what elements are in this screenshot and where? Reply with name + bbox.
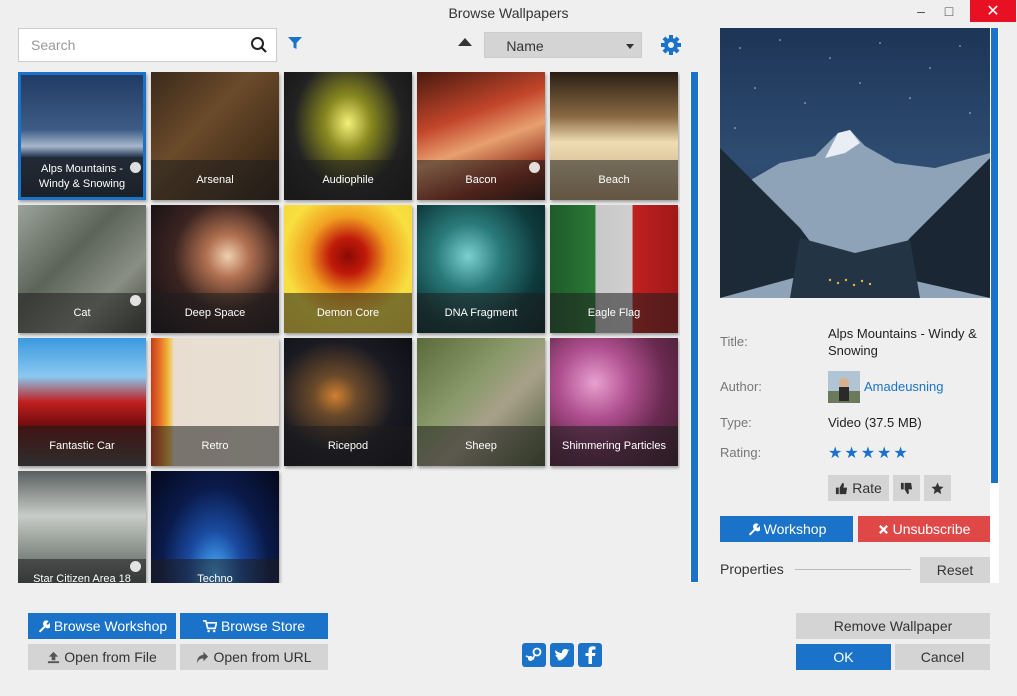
wallpaper-tile-alps[interactable]: Alps Mountains - Windy & Snowing (18, 72, 146, 200)
wallpaper-tile-demon-core[interactable]: Demon Core (284, 205, 412, 333)
unsubscribe-button-label: Unsubscribe (892, 521, 971, 537)
wallpaper-tile-techno[interactable]: Techno (151, 471, 279, 583)
tile-label: Beach (550, 160, 678, 200)
steam-icon (130, 561, 141, 572)
ok-button[interactable]: OK (796, 644, 891, 670)
remove-wallpaper-button[interactable]: Remove Wallpaper (796, 613, 990, 639)
rating-label: Rating: (720, 445, 762, 460)
tile-label: Ricepod (284, 426, 412, 466)
open-from-url-label: Open from URL (213, 649, 312, 665)
tile-label: Retro (151, 426, 279, 466)
wallpaper-tile-eagle-flag[interactable]: Eagle Flag (550, 205, 678, 333)
tile-label: DNA Fragment (417, 293, 545, 333)
dislike-button[interactable] (893, 475, 920, 501)
sort-select-value: Name (506, 38, 544, 54)
filter-icon[interactable] (287, 35, 303, 51)
tile-label: Techno (151, 559, 279, 583)
tile-label: Arsenal (151, 160, 279, 200)
wallpaper-tile-retro[interactable]: Retro (151, 338, 279, 466)
steam-icon[interactable] (522, 643, 546, 667)
wallpaper-tile-dna-fragment[interactable]: DNA Fragment (417, 205, 545, 333)
thumbs-up-icon (836, 482, 848, 494)
browse-store-button[interactable]: Browse Store (180, 613, 328, 639)
tile-label: Shimmering Particles (550, 426, 678, 466)
grid-scrollbar-thumb[interactable] (691, 72, 698, 582)
cancel-button[interactable]: Cancel (895, 644, 990, 670)
tile-label: Fantastic Car (18, 426, 146, 466)
title-bar: Browse Wallpapers – □ ✕ (0, 0, 1017, 26)
title-label: Title: (720, 334, 748, 349)
wallpaper-tile-star-citizen-area-18[interactable]: Star Citizen Area 18 (18, 471, 146, 583)
tile-label: Alps Mountains - Windy & Snowing (21, 157, 143, 197)
search-box (18, 28, 277, 62)
tile-label: Cat (18, 293, 146, 333)
rating-stars: ★★★★★ (828, 445, 910, 462)
avatar (828, 371, 860, 403)
wallpaper-tile-sheep[interactable]: Sheep (417, 338, 545, 466)
wallpaper-grid: Alps Mountains - Windy & Snowing Arsenal… (18, 72, 680, 583)
chevron-down-icon (626, 44, 634, 49)
tile-label: Star Citizen Area 18 (18, 559, 146, 583)
search-input[interactable] (19, 29, 239, 61)
reset-button[interactable]: Reset (920, 557, 990, 583)
wallpaper-tile-beach[interactable]: Beach (550, 72, 678, 200)
workshop-button-label: Workshop (763, 521, 827, 537)
wallpaper-tile-arsenal[interactable]: Arsenal (151, 72, 279, 200)
wallpaper-tile-bacon[interactable]: Bacon (417, 72, 545, 200)
browse-workshop-label: Browse Workshop (53, 618, 168, 634)
wallpaper-tile-shimmering-particles[interactable]: Shimmering Particles (550, 338, 678, 466)
tile-label: Bacon (417, 160, 545, 200)
star-icon (931, 481, 944, 494)
properties-divider (795, 569, 911, 570)
open-from-file-button[interactable]: Open from File (28, 644, 176, 670)
close-button[interactable]: ✕ (970, 0, 1016, 22)
minimize-button[interactable]: – (907, 0, 935, 22)
browse-store-label: Browse Store (220, 618, 306, 634)
window-title: Browse Wallpapers (448, 5, 569, 21)
details-scrollbar-thumb[interactable] (991, 28, 998, 483)
thumbs-down-icon (900, 482, 913, 494)
wallpaper-tile-deep-space[interactable]: Deep Space (151, 205, 279, 333)
browse-workshop-button[interactable]: Browse Workshop (28, 613, 176, 639)
cart-icon (203, 619, 217, 632)
wallpaper-tile-ricepod[interactable]: Ricepod (284, 338, 412, 466)
gear-icon[interactable] (660, 34, 682, 56)
steam-icon (130, 295, 141, 306)
wrench-icon (748, 522, 760, 536)
wallpaper-tile-cat[interactable]: Cat (18, 205, 146, 333)
open-from-file-label: Open from File (64, 649, 157, 665)
tile-label: Audiophile (284, 160, 412, 200)
sort-select[interactable]: Name (484, 32, 642, 58)
unsubscribe-button[interactable]: Unsubscribe (858, 516, 990, 542)
author-label: Author: (720, 379, 762, 394)
tile-label: Sheep (417, 426, 545, 466)
favorite-button[interactable] (924, 475, 951, 501)
wallpaper-tile-fantastic-car[interactable]: Fantastic Car (18, 338, 146, 466)
type-value: Video (37.5 MB) (828, 415, 922, 430)
share-arrow-icon (197, 651, 209, 663)
rate-button-label: Rate (852, 480, 882, 496)
twitter-icon[interactable] (550, 643, 574, 667)
workshop-button[interactable]: Workshop (720, 516, 853, 542)
open-from-url-button[interactable]: Open from URL (180, 644, 328, 670)
tile-label: Eagle Flag (550, 293, 678, 333)
wallpaper-tile-audiophile[interactable]: Audiophile (284, 72, 412, 200)
author-link[interactable]: Amadeusning (864, 378, 944, 395)
wrench-icon (38, 619, 50, 633)
upload-icon (48, 651, 60, 663)
tile-label: Demon Core (284, 293, 412, 333)
rate-button[interactable]: Rate (828, 475, 889, 501)
close-icon (878, 524, 888, 534)
sort-direction-button[interactable] (458, 38, 472, 46)
type-label: Type: (720, 415, 752, 430)
steam-icon (529, 162, 540, 173)
facebook-icon[interactable] (578, 643, 602, 667)
maximize-button[interactable]: □ (935, 0, 963, 22)
wallpaper-preview (720, 28, 990, 298)
title-value: Alps Mountains - Windy & Snowing (828, 326, 977, 358)
properties-label: Properties (720, 561, 784, 577)
search-icon[interactable] (250, 36, 268, 54)
tile-label: Deep Space (151, 293, 279, 333)
steam-icon (130, 162, 141, 173)
